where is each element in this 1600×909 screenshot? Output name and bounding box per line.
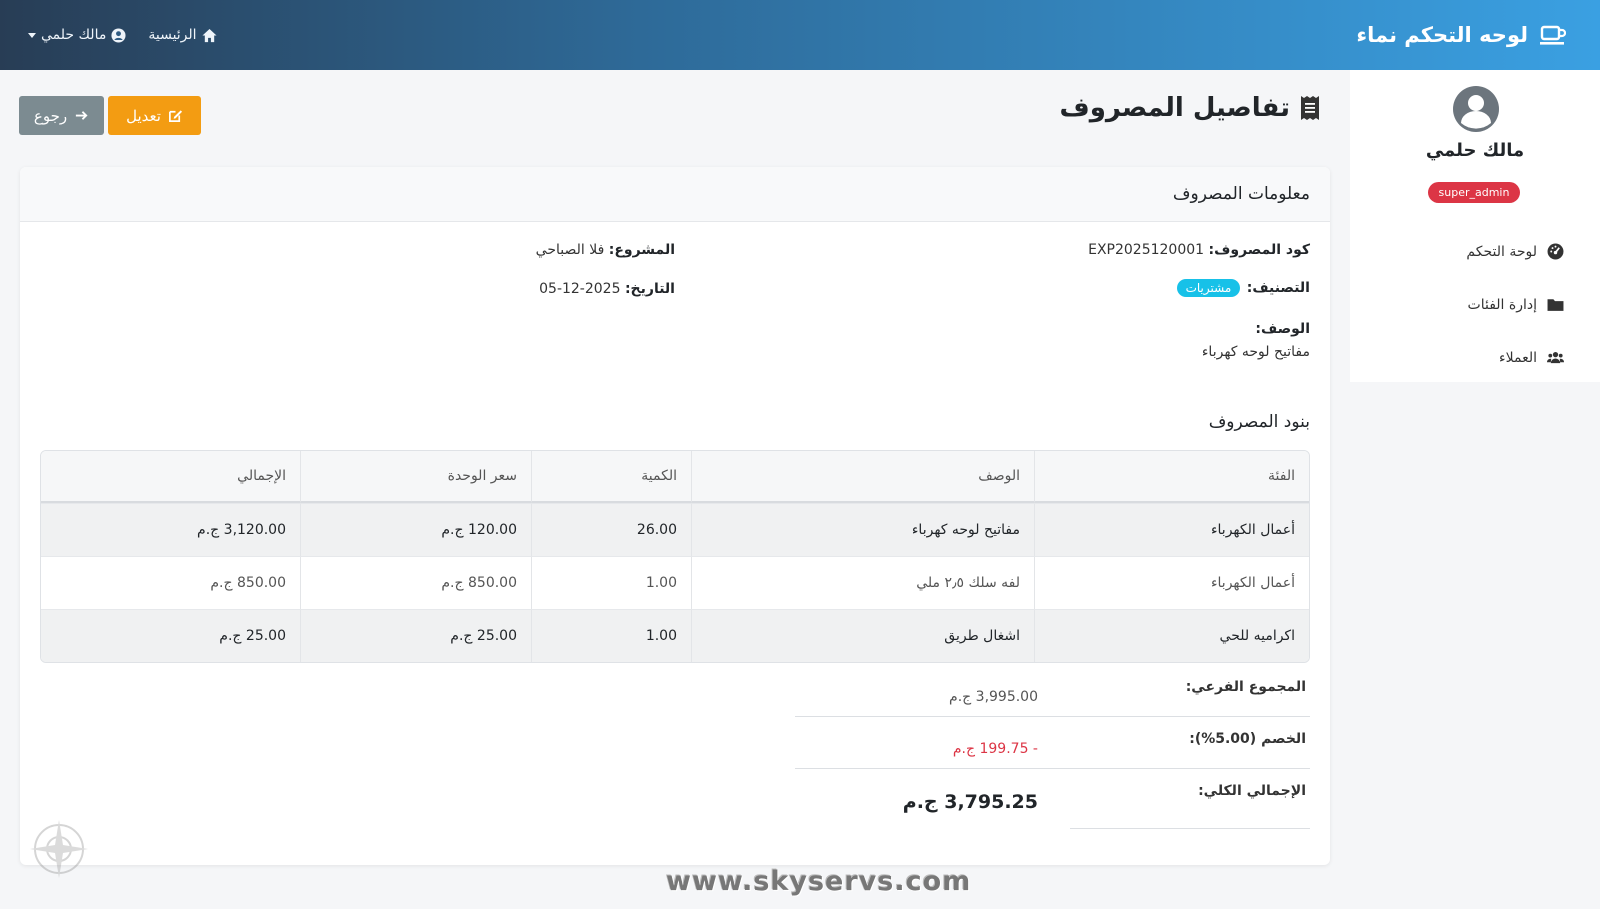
edit-button[interactable]: تعديل (108, 96, 201, 135)
cell-total: 3,120.00 ج.م (41, 503, 300, 556)
cell-quantity: 26.00 (531, 503, 691, 556)
column-header-category: الفئة (1034, 451, 1309, 503)
cell-unit-price: 850.00 ج.م (300, 556, 531, 609)
cell-total: 25.00 ج.م (41, 609, 300, 662)
receipt-icon (1301, 96, 1319, 120)
sidebar-item-label: العملاء (1499, 349, 1537, 366)
discount-label: الخصم (5.00%): (1189, 731, 1306, 747)
coffee-icon (1540, 25, 1566, 45)
page-title: تفاصيل المصروف (1060, 90, 1321, 126)
subtotal-label: المجموع الفرعي: (1185, 679, 1306, 695)
description-label: الوصف: (1255, 321, 1310, 337)
category-badge: مشتريات (1176, 279, 1241, 297)
table-row: أعمال الكهرباء مفاتيح لوحه كهرباء 26.00 … (41, 503, 1309, 556)
page-title-text: تفاصيل المصروف (1059, 93, 1291, 123)
divider (795, 768, 1310, 769)
nav-home-label: الرئيسية (148, 27, 197, 43)
expense-code-label: كود المصروف: (1208, 242, 1311, 258)
back-button-label: رجوع (33, 107, 68, 125)
discount-value: - 199.75 ج.م (952, 741, 1038, 757)
expense-description-value: مفاتيح لوحه كهرباء (1201, 344, 1310, 360)
expense-items-table: الفئة الوصف الكمية سعر الوحدة الإجمالي أ… (40, 450, 1310, 663)
sidebar: مالك حلمي super_admin لوحة التحكم إدارة … (1350, 70, 1600, 382)
column-header-total: الإجمالي (41, 451, 300, 503)
table-header-row: الفئة الوصف الكمية سعر الوحدة الإجمالي (41, 451, 1309, 503)
cell-total: 850.00 ج.م (41, 556, 300, 609)
watermark-text: www.skyservs.com (666, 866, 972, 897)
grand-total-label: الإجمالي الكلي: (1198, 783, 1306, 799)
back-button[interactable]: رجوع (19, 96, 104, 135)
nav-home[interactable]: الرئيسية (148, 27, 217, 43)
divider (1070, 828, 1310, 829)
cell-unit-price: 120.00 ج.م (300, 503, 531, 556)
subtotal-value: 3,995.00 ج.م (949, 689, 1038, 705)
side-menu: لوحة التحكم إدارة الفئات العملاء (1350, 225, 1600, 384)
sidebar-item-dashboard[interactable]: لوحة التحكم (1350, 225, 1600, 278)
tachometer-icon (1547, 243, 1564, 260)
sidebar-item-clients[interactable]: العملاء (1350, 331, 1600, 384)
expense-date-label: التاريخ: (624, 281, 675, 297)
sidebar-item-categories[interactable]: إدارة الفئات (1350, 278, 1600, 331)
cell-quantity: 1.00 (531, 556, 691, 609)
cell-category: اكراميه للحي (1034, 609, 1309, 662)
cell-category: أعمال الكهرباء (1034, 503, 1309, 556)
user-dropdown-label: مالك حلمي (41, 27, 107, 43)
expense-card: معلومات المصروف كود المصروف: EXP20251200… (20, 167, 1330, 865)
divider (795, 716, 1310, 717)
compass-watermark-icon (30, 820, 88, 878)
users-icon (1547, 352, 1564, 364)
top-navbar: لوحه التحكم نماء مالك حلمي الرئيسية (0, 0, 1600, 70)
table-row: أعمال الكهرباء لفه سلك ٢٫٥ ملي 1.00 850.… (41, 556, 1309, 609)
arrow-right-icon (75, 111, 88, 120)
home-icon (202, 28, 217, 42)
sidebar-item-label: لوحة التحكم (1466, 243, 1537, 260)
expense-category-label: التصنيف: (1246, 280, 1310, 296)
edit-button-label: تعديل (126, 107, 161, 125)
cell-unit-price: 25.00 ج.م (300, 609, 531, 662)
expense-project-label: المشروع: (608, 242, 675, 258)
expense-date: التاريخ: 05-12-2025 (539, 281, 675, 297)
cell-description: لفه سلك ٢٫٥ ملي (691, 556, 1034, 609)
cell-quantity: 1.00 (531, 609, 691, 662)
cell-category: أعمال الكهرباء (1034, 556, 1309, 609)
user-dropdown[interactable]: مالك حلمي (24, 27, 126, 43)
expense-code-value: EXP2025120001 (1088, 242, 1205, 258)
edit-icon (168, 110, 182, 122)
grand-total-value: 3,795.25 ج.م (902, 791, 1038, 813)
folder-icon (1547, 299, 1564, 311)
user-circle-icon (111, 27, 126, 43)
expense-date-value: 05-12-2025 (539, 281, 621, 297)
column-header-unit-price: سعر الوحدة (300, 451, 531, 503)
expense-project: المشروع: فلا الصباحي (536, 242, 675, 258)
caret-down-icon (28, 32, 36, 38)
brand-title: لوحه التحكم نماء (1356, 23, 1528, 47)
cell-description: اشغال طريق (691, 609, 1034, 662)
card-header: معلومات المصروف (20, 167, 1330, 222)
sidebar-user-name: مالك حلمي (1425, 140, 1525, 161)
brand[interactable]: لوحه التحكم نماء (1356, 20, 1566, 50)
expense-description-label: الوصف: (1255, 321, 1310, 337)
sidebar-item-label: إدارة الفئات (1467, 296, 1537, 313)
cell-description: مفاتيح لوحه كهرباء (691, 503, 1034, 556)
role-badge: super_admin (1428, 182, 1520, 203)
avatar (1453, 86, 1499, 132)
nav-links: مالك حلمي الرئيسية (24, 22, 217, 48)
expense-code: كود المصروف: EXP2025120001 (1088, 242, 1310, 258)
expense-project-value: فلا الصباحي (535, 242, 605, 258)
table-row: اكراميه للحي اشغال طريق 1.00 25.00 ج.م 2… (41, 609, 1309, 662)
items-section-title: بنود المصروف (1208, 412, 1310, 432)
expense-category: التصنيف: مشتريات (1176, 279, 1310, 297)
column-header-description: الوصف (691, 451, 1034, 503)
column-header-quantity: الكمية (531, 451, 691, 503)
